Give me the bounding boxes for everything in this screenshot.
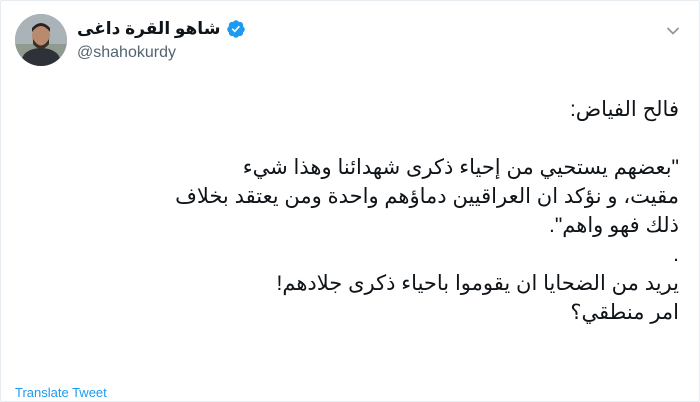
translate-tweet-link[interactable]: Translate Tweet	[15, 386, 107, 400]
tweet-line: "بعضهم يستحيي من إحياء ذكرى شهدائنا وهذا…	[242, 156, 679, 179]
tweet-card: شاهو القرة داغى @shahokurdy فالح الفياض:…	[0, 0, 700, 402]
tweet-line: ذلك فهو واهم".	[549, 214, 679, 237]
user-info: شاهو القرة داغى @shahokurdy	[77, 17, 246, 62]
display-name[interactable]: شاهو القرة داغى	[77, 19, 220, 39]
tweet-text: فالح الفياض: "بعضهم يستحيي من إحياء ذكرى…	[19, 95, 679, 327]
name-row: شاهو القرة داغى	[77, 17, 246, 41]
tweet-line: مقيت، و نؤكد ان العراقيين دماؤهم واحدة و…	[175, 185, 679, 208]
tweet-line: يريد من الضحايا ان يقوموا باحياء ذكرى جل…	[276, 272, 679, 295]
user-handle[interactable]: @shahokurdy	[77, 44, 246, 62]
avatar[interactable]	[15, 14, 67, 66]
tweet-line: فالح الفياض:	[569, 98, 679, 121]
verified-badge-icon	[226, 19, 246, 39]
chevron-down-icon[interactable]	[665, 23, 681, 39]
tweet-line: .	[673, 243, 679, 266]
avatar-photo	[15, 14, 67, 66]
tweet-line: امر منطقي؟	[570, 301, 679, 324]
